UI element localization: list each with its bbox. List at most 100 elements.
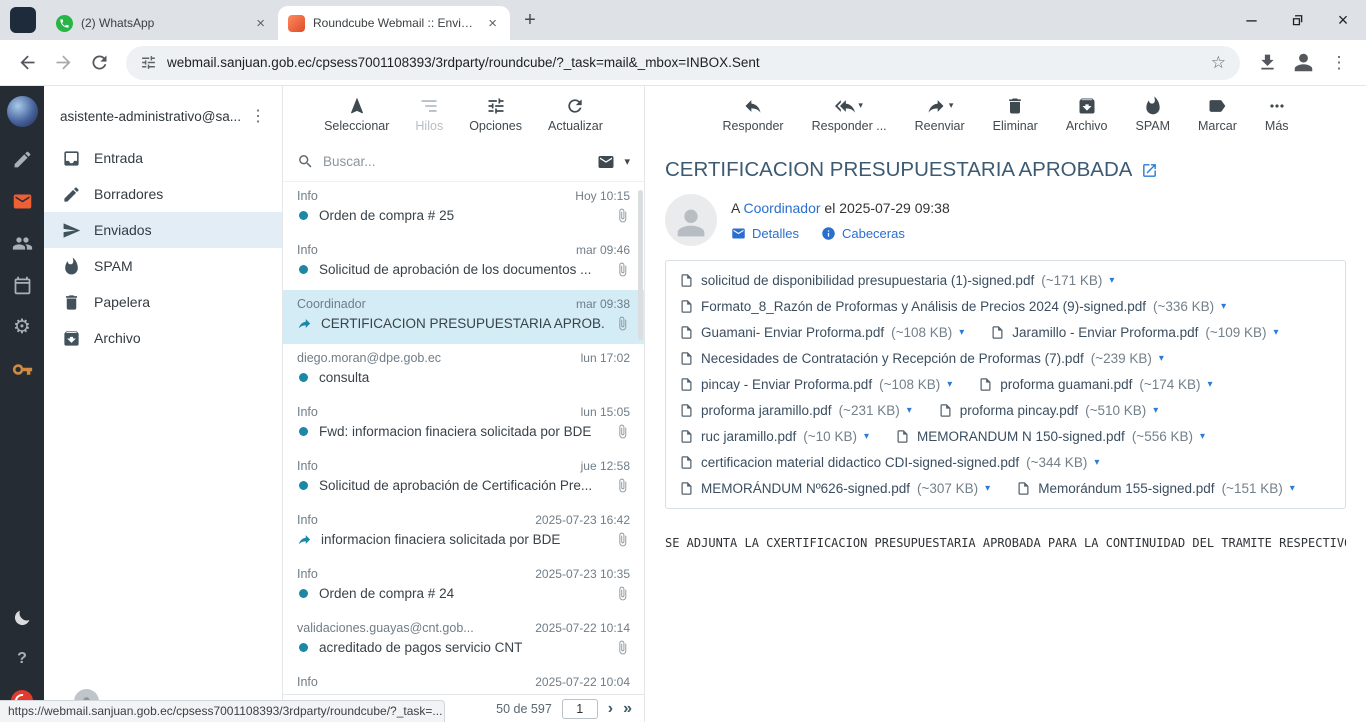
forward-button[interactable]: ▾ Reenviar	[907, 96, 973, 133]
attachment-menu-caret[interactable]: ▾	[1159, 353, 1164, 364]
tab-roundcube[interactable]: Roundcube Webmail :: Enviado ×	[278, 6, 510, 40]
search-scope-mail-icon[interactable]	[597, 153, 615, 171]
compose-button[interactable]	[0, 138, 44, 180]
attachment-chip[interactable]: Necesidades de Contratación y Recepción …	[679, 351, 1164, 366]
attachment-menu-caret[interactable]: ▾	[1290, 483, 1295, 494]
tab-close-icon[interactable]: ×	[485, 15, 500, 32]
archive-button[interactable]: Archivo	[1058, 96, 1116, 133]
toolbar-refresh[interactable]: Actualizar	[540, 96, 611, 133]
mail-nav-icon[interactable]	[0, 180, 44, 222]
dropdown-caret-icon[interactable]: ▾	[858, 100, 863, 111]
sent-date: el 2025-07-29 09:38	[824, 200, 949, 216]
reply-all-button[interactable]: ▾ Responder ...	[804, 96, 895, 133]
next-page-icon[interactable]: ›	[608, 701, 613, 717]
pdf-file-icon	[679, 403, 694, 418]
browser-menu-kebab[interactable]: ⋮	[1322, 46, 1356, 80]
search-input[interactable]	[323, 154, 588, 169]
settings-gear-icon[interactable]: ⚙	[0, 306, 44, 348]
attachment-chip[interactable]: proforma jaramillo.pdf(~231 KB)▾	[679, 403, 912, 418]
password-key-icon[interactable]	[0, 348, 44, 390]
attachment-menu-caret[interactable]: ▾	[1109, 275, 1114, 286]
attachment-chip[interactable]: pincay - Enviar Proforma.pdf(~108 KB)▾	[679, 377, 952, 392]
attachment-menu-caret[interactable]: ▾	[1208, 379, 1213, 390]
attachment-chip[interactable]: MEMORANDUM N 150-signed.pdf(~556 KB)▾	[895, 429, 1205, 444]
attachment-menu-caret[interactable]: ▾	[959, 327, 964, 338]
more-button[interactable]: Más	[1257, 96, 1297, 133]
attachment-chip[interactable]: ruc jaramillo.pdf(~10 KB)▾	[679, 429, 869, 444]
account-options-kebab[interactable]: ⋮	[242, 106, 274, 126]
tab-close-icon[interactable]: ×	[253, 15, 268, 32]
folder-item-papelera[interactable]: Papelera	[44, 284, 282, 320]
attachment-menu-caret[interactable]: ▾	[1221, 301, 1226, 312]
attachment-chip[interactable]: Memorándum 155-signed.pdf(~151 KB)▾	[1016, 481, 1295, 496]
last-page-icon[interactable]: »	[623, 701, 632, 717]
bookmark-star-icon[interactable]: ☆	[1211, 53, 1226, 73]
calendar-nav-icon[interactable]	[0, 264, 44, 306]
back-button[interactable]	[10, 46, 44, 80]
message-row[interactable]: diego.moran@dpe.gob.eclun 17:02 consulta	[283, 344, 644, 398]
toolbar-select[interactable]: Seleccionar	[316, 96, 397, 133]
attachment-menu-caret[interactable]: ▾	[1153, 405, 1158, 416]
attachment-menu-caret[interactable]: ▾	[947, 379, 952, 390]
folder-item-archivo[interactable]: Archivo	[44, 320, 282, 356]
close-window-button[interactable]: ×	[1320, 0, 1366, 40]
attachment-chip[interactable]: certificacion material didactico CDI-sig…	[679, 455, 1099, 470]
open-in-new-window-icon[interactable]	[1141, 162, 1158, 179]
recipient-link[interactable]: Coordinador	[743, 200, 820, 216]
site-settings-icon[interactable]	[140, 54, 157, 71]
toolbar-threads[interactable]: Hilos	[407, 96, 451, 133]
help-icon[interactable]: ?	[0, 638, 44, 680]
attachment-menu-caret[interactable]: ▾	[1094, 457, 1099, 468]
attachment-chip[interactable]: MEMORÁNDUM Nº626-signed.pdf(~307 KB)▾	[679, 481, 990, 496]
dark-mode-icon[interactable]	[0, 596, 44, 638]
attachment-menu-caret[interactable]: ▾	[864, 431, 869, 442]
pdf-file-icon	[978, 377, 993, 392]
message-row[interactable]: Infomar 09:46 Solicitud de aprobación de…	[283, 236, 644, 290]
reload-button[interactable]	[82, 46, 116, 80]
profile-button[interactable]	[1286, 46, 1320, 80]
page-number-input[interactable]	[562, 699, 598, 719]
spam-flame-icon	[62, 257, 81, 276]
message-row[interactable]: Info2025-07-23 16:42 informacion finacie…	[283, 506, 644, 560]
attachment-chip[interactable]: proforma guamani.pdf(~174 KB)▾	[978, 377, 1212, 392]
folder-item-enviados[interactable]: Enviados	[44, 212, 282, 248]
message-row[interactable]: Infolun 15:05 Fwd: informacion finaciera…	[283, 398, 644, 452]
folder-item-borradores[interactable]: Borradores	[44, 176, 282, 212]
restore-button[interactable]	[1274, 0, 1320, 40]
new-tab-button[interactable]: +	[516, 6, 544, 34]
browser-window: (2) WhatsApp × Roundcube Webmail :: Envi…	[0, 0, 1366, 86]
spam-button[interactable]: SPAM	[1128, 96, 1179, 133]
list-scrollbar[interactable]	[638, 190, 643, 340]
attachment-chip[interactable]: proforma pincay.pdf(~510 KB)▾	[938, 403, 1159, 418]
attachment-chip[interactable]: Formato_8_Razón de Proformas y Análisis …	[679, 299, 1226, 314]
forward-button[interactable]	[46, 46, 80, 80]
message-row[interactable]: InfoHoy 10:15 Orden de compra # 25	[283, 182, 644, 236]
dropdown-caret-icon[interactable]: ▾	[949, 100, 954, 111]
downloads-button[interactable]	[1250, 46, 1284, 80]
contacts-nav-icon[interactable]	[0, 222, 44, 264]
message-row[interactable]: Infojue 12:58 Solicitud de aprobación de…	[283, 452, 644, 506]
address-bar[interactable]: webmail.sanjuan.gob.ec/cpsess7001108393/…	[126, 46, 1240, 80]
folder-item-spam[interactable]: SPAM	[44, 248, 282, 284]
mark-button[interactable]: Marcar	[1190, 96, 1245, 133]
attachment-menu-caret[interactable]: ▾	[1274, 327, 1279, 338]
delete-button[interactable]: Eliminar	[985, 96, 1046, 133]
toolbar-options[interactable]: Opciones	[461, 96, 530, 133]
folder-item-entrada[interactable]: Entrada	[44, 140, 282, 176]
attachment-chip[interactable]: Jaramillo - Enviar Proforma.pdf(~109 KB)…	[990, 325, 1278, 340]
attachment-menu-caret[interactable]: ▾	[907, 405, 912, 416]
search-scope-caret-icon[interactable]: ▾	[624, 155, 630, 168]
message-row-selected[interactable]: Coordinadormar 09:38 CERTIFICACION PRESU…	[283, 290, 644, 344]
attachment-menu-caret[interactable]: ▾	[985, 483, 990, 494]
attachment-menu-caret[interactable]: ▾	[1200, 431, 1205, 442]
attachment-chip[interactable]: Guamani- Enviar Proforma.pdf(~108 KB)▾	[679, 325, 964, 340]
headers-link[interactable]: Cabeceras	[821, 226, 905, 241]
reply-button[interactable]: Responder	[714, 96, 791, 133]
url-text[interactable]: webmail.sanjuan.gob.ec/cpsess7001108393/…	[167, 55, 1201, 70]
message-row[interactable]: Info2025-07-23 10:35 Orden de compra # 2…	[283, 560, 644, 614]
minimize-button[interactable]	[1228, 0, 1274, 40]
tab-whatsapp[interactable]: (2) WhatsApp ×	[46, 6, 278, 40]
message-row[interactable]: validaciones.guayas@cnt.gob...2025-07-22…	[283, 614, 644, 668]
details-link[interactable]: Detalles	[731, 226, 799, 241]
search-icon[interactable]	[297, 153, 314, 170]
